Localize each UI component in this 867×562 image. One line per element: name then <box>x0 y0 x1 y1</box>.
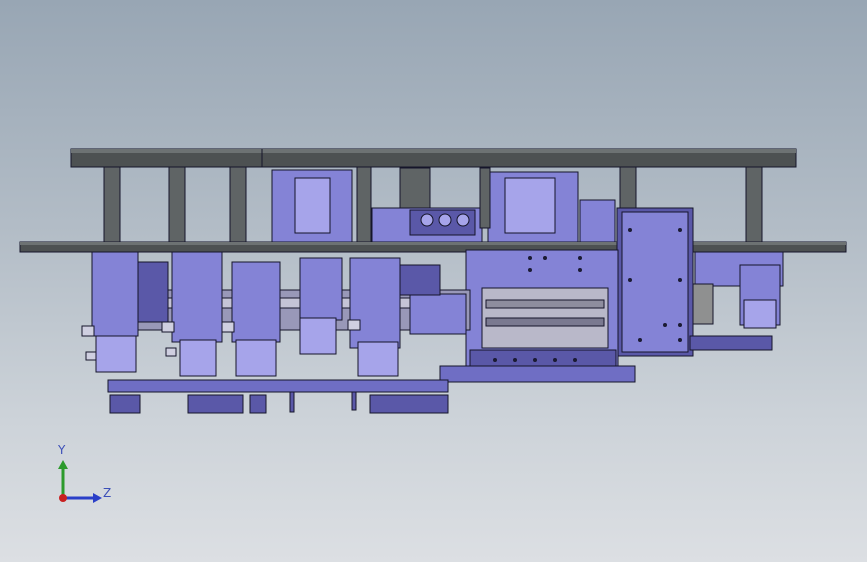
right-bracket-panel[interactable] <box>616 207 694 357</box>
cad-model-view[interactable] <box>0 0 867 562</box>
top-plate[interactable] <box>70 148 797 168</box>
upper-mechanisms[interactable] <box>271 167 616 243</box>
right-cylinder-assembly[interactable] <box>689 251 784 351</box>
graphics-viewport[interactable]: Y Z <box>0 0 867 562</box>
bottom-base-plates[interactable] <box>107 379 449 414</box>
bottom-plate[interactable] <box>19 241 847 253</box>
cylinder-blocks[interactable] <box>91 251 441 377</box>
coordinate-triad-icon <box>58 460 102 503</box>
triad-y-label: Y <box>58 443 66 457</box>
triad-z-label: Z <box>103 486 112 500</box>
